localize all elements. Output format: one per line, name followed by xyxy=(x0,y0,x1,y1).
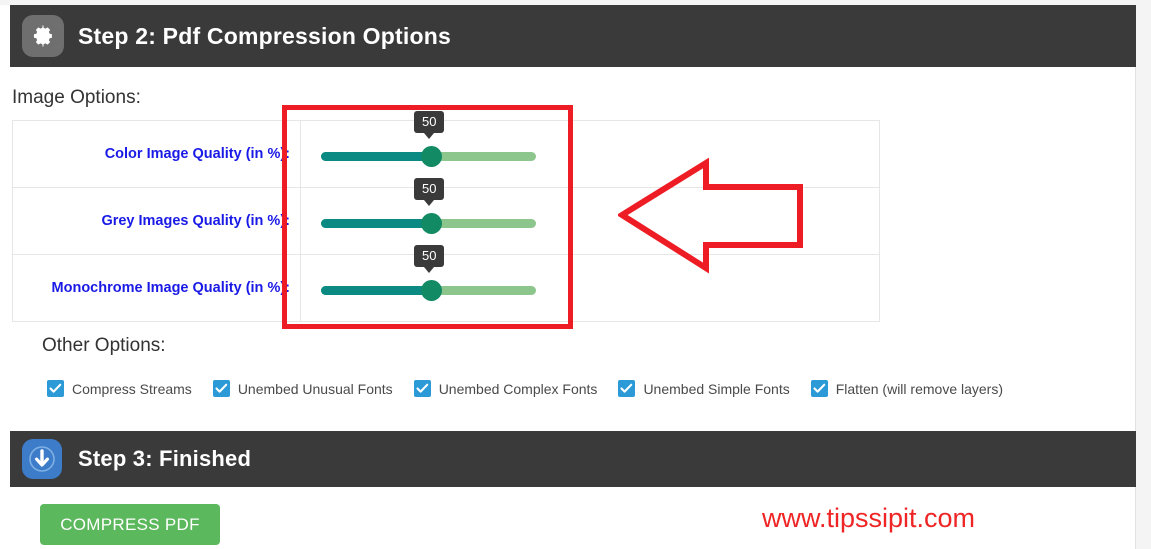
checkbox-label: Unembed Complex Fonts xyxy=(438,380,598,397)
slider-handle[interactable] xyxy=(421,280,442,301)
checkbox-label: Unembed Unusual Fonts xyxy=(237,380,393,397)
checkbox-unembed-complex-fonts[interactable]: Unembed Complex Fonts xyxy=(413,380,598,397)
slider-label-cell: Grey Images Quality (in %): xyxy=(12,187,301,255)
slider-track-fill xyxy=(321,286,431,295)
slider-track-fill xyxy=(321,219,431,228)
color-image-quality-label: Color Image Quality (in %): xyxy=(104,146,290,162)
checkmark-icon[interactable] xyxy=(47,380,64,397)
watermark-text: www.tipssipit.com xyxy=(762,503,976,533)
slider-track-fill xyxy=(321,152,431,161)
image-options-heading: Image Options: xyxy=(12,87,141,108)
monochrome-image-quality-slider[interactable]: 50 xyxy=(321,245,536,308)
grey-images-quality-label: Grey Images Quality (in %): xyxy=(101,213,290,229)
checkbox-unembed-unusual-fonts[interactable]: Unembed Unusual Fonts xyxy=(212,380,393,397)
checkbox-unembed-simple-fonts[interactable]: Unembed Simple Fonts xyxy=(618,380,790,397)
slider-value-tooltip: 50 xyxy=(414,245,445,273)
compress-pdf-button[interactable]: COMPRESS PDF xyxy=(40,504,220,545)
monochrome-image-quality-label: Monochrome Image Quality (in %): xyxy=(51,280,290,296)
step2-header: Step 2: Pdf Compression Options xyxy=(10,5,1136,67)
checkmark-icon[interactable] xyxy=(618,380,636,397)
grey-images-quality-slider[interactable]: 50 xyxy=(321,178,536,241)
annotation-arrow-left-icon xyxy=(618,157,803,274)
step3-title: Step 3: Finished xyxy=(78,446,252,471)
checkbox-label: Compress Streams xyxy=(72,380,192,397)
gear-icon xyxy=(22,15,64,57)
slider-label-cell: Monochrome Image Quality (in %): xyxy=(12,254,301,322)
step3-header: Step 3: Finished xyxy=(10,431,1136,487)
checkbox-flatten[interactable]: Flatten (will remove layers) xyxy=(810,380,1003,397)
slider-handle[interactable] xyxy=(421,213,442,234)
checkmark-icon[interactable] xyxy=(413,380,431,397)
other-options-heading: Other Options: xyxy=(42,335,166,356)
checkbox-compress-streams[interactable]: Compress Streams xyxy=(47,380,192,397)
page-right-margin xyxy=(1136,0,1151,549)
download-icon xyxy=(22,439,62,479)
checkmark-icon[interactable] xyxy=(810,380,828,397)
other-options-checkbox-row: Compress Streams Unembed Unusual Fonts U… xyxy=(47,380,1024,397)
checkbox-label: Unembed Simple Fonts xyxy=(643,380,790,397)
slider-value-tooltip: 50 xyxy=(414,178,445,206)
slider-label-cell: Color Image Quality (in %): xyxy=(12,120,301,188)
step2-title: Step 2: Pdf Compression Options xyxy=(78,22,451,49)
checkmark-icon[interactable] xyxy=(212,380,230,397)
color-image-quality-slider[interactable]: 50 xyxy=(321,111,536,174)
slider-value-tooltip: 50 xyxy=(414,111,445,139)
page-root: Step 2: Pdf Compression Options Image Op… xyxy=(0,0,1151,549)
slider-handle[interactable] xyxy=(421,146,442,167)
checkbox-label: Flatten (will remove layers) xyxy=(835,380,1003,397)
